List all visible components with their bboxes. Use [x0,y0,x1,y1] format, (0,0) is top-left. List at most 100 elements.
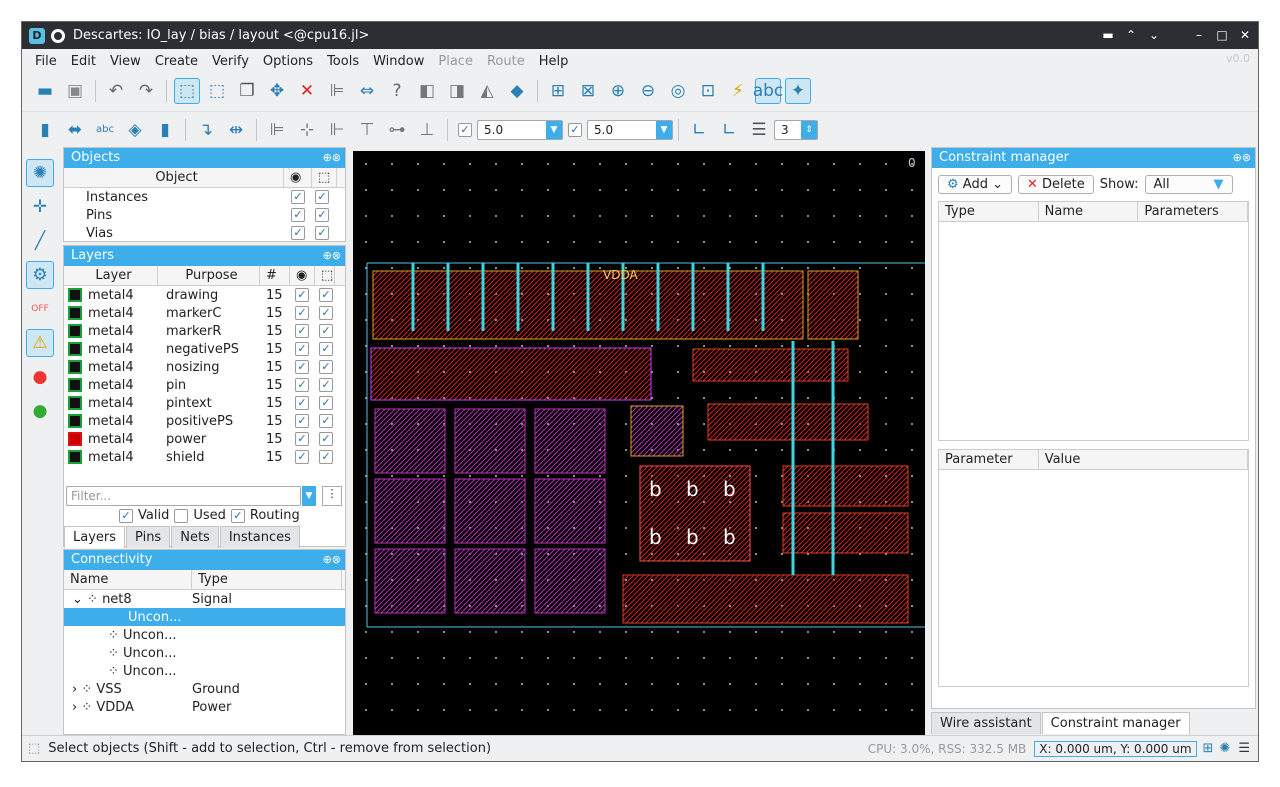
menu-tools[interactable]: Tools [320,54,366,69]
layer-row[interactable]: metal4 markerR 15 ✓ ✓ [64,322,345,340]
tab-layers[interactable]: Layers [64,526,126,548]
error-icon[interactable]: ● [26,363,54,391]
ruler-icon[interactable]: ╱ [26,227,54,255]
via-icon[interactable]: ◈ [122,117,148,143]
valid-checkbox[interactable]: ✓ [119,508,133,523]
minimize-icon[interactable]: – [1190,27,1208,44]
split-icon[interactable]: ⇹ [223,117,249,143]
snap-x-field[interactable]: 5.0 ▼ [477,119,563,140]
menu-create[interactable]: Create [148,54,205,69]
tab-wire-assistant[interactable]: Wire assistant [931,712,1041,734]
stretch-icon[interactable]: ⇔ [354,78,380,104]
copy-icon[interactable]: ❐ [234,78,260,104]
menu-file[interactable]: File [28,54,64,69]
layer-row[interactable]: metal4 pintext 15 ✓ ✓ [64,394,345,412]
show-select[interactable]: All ▼ [1144,175,1233,194]
zoom-out-icon[interactable]: ⊖ [635,78,661,104]
maximize-icon[interactable]: □ [1213,27,1231,44]
purpose-column[interactable]: Purpose [158,266,260,285]
list-item[interactable]: Instances ✓ ✓ [64,188,345,206]
undo-icon[interactable]: ↶ [103,78,129,104]
tab-nets[interactable]: Nets [171,526,219,548]
object-column[interactable]: Object [64,168,284,187]
menu-verify[interactable]: Verify [205,54,256,69]
ok-icon[interactable]: ● [26,397,54,425]
label-icon[interactable]: abc [753,78,783,104]
layer-row[interactable]: metal4 drawing 15 ✓ ✓ [64,286,345,304]
layer-row[interactable]: metal4 positivePS 15 ✓ ✓ [64,412,345,430]
list-item[interactable]: Vias ✓ ✓ [64,224,345,242]
layer-count-field[interactable]: 3 ⇕ [774,119,818,140]
zoom-fit-icon[interactable]: ◎ [665,78,691,104]
menu-route[interactable]: Route [480,54,532,69]
align-icon[interactable]: ⊫ [324,78,350,104]
menu-place[interactable]: Place [431,54,480,69]
add-button[interactable]: ⚙ Add ⌄ [938,175,1012,194]
snap-icon[interactable]: ✺ [26,159,54,187]
align-right-icon[interactable]: ⊩ [324,117,350,143]
redo-icon[interactable]: ↷ [133,78,159,104]
wire-icon[interactable]: ▮ [32,117,58,143]
menu-view[interactable]: View [103,54,148,69]
off-icon[interactable]: OFF [26,295,54,323]
keep-above-icon[interactable]: ⌃ [1122,27,1140,44]
grid-icon[interactable]: ⊞ [1203,741,1214,756]
layer-row[interactable]: metal4 markerC 15 ✓ ✓ [64,304,345,322]
tree-row-uncon[interactable]: ⁘ Uncon... [64,626,345,644]
more-button[interactable]: ⋮ [322,486,342,506]
layers-stack-icon[interactable]: ☰ [746,117,772,143]
select-col-icon[interactable]: ⬚ [312,168,337,187]
shade-icon[interactable]: ▬ [1099,27,1117,44]
delete-button[interactable]: ✕ Delete [1018,175,1094,194]
layer-row[interactable]: metal4 shield 15 ✓ ✓ [64,448,345,466]
tab-instances[interactable]: Instances [219,526,300,548]
deselect-icon[interactable]: ⬚ [204,78,230,104]
layer-row[interactable]: metal4 negativePS 15 ✓ ✓ [64,340,345,358]
mirror-icon[interactable]: ◆ [504,78,530,104]
align-middle-icon[interactable]: ⊶ [384,117,410,143]
list-item[interactable]: Pins ✓ ✓ [64,206,345,224]
close-icon[interactable]: ✕ [1236,27,1254,44]
align-bottom-icon[interactable]: ⊥ [414,117,440,143]
layer-column[interactable]: Layer [64,266,158,285]
layer-row[interactable]: metal4 pin 15 ✓ ✓ [64,376,345,394]
layer-row[interactable]: metal4 nosizing 15 ✓ ✓ [64,358,345,376]
tree-row-uncon[interactable]: Uncon... [64,608,345,626]
route-icon[interactable]: ⚡ [725,78,751,104]
save-icon[interactable]: ▣ [62,78,88,104]
menu-edit[interactable]: Edit [64,54,103,69]
number-column[interactable]: # [260,266,290,285]
keep-below-icon[interactable]: ⌄ [1145,27,1163,44]
move-icon[interactable]: ✥ [264,78,290,104]
snap-y-checkbox[interactable]: ✓ [568,122,582,137]
open-icon[interactable]: ▬ [32,78,58,104]
layout-canvas[interactable]: 0 VDDA bbb bbb [353,151,925,735]
rotate-icon[interactable]: ◭ [474,78,500,104]
menu-icon[interactable]: ☰ [1238,741,1250,756]
flip-h-icon[interactable]: ◧ [414,78,440,104]
tab-pins[interactable]: Pins [126,526,171,548]
text-icon[interactable]: abc [92,117,118,143]
tree-row-net8[interactable]: ⌄ ⁘ net8 Signal [64,590,345,608]
drc-icon[interactable]: ⚙ [26,261,54,289]
align-left-icon[interactable]: ⊫ [264,117,290,143]
tab-constraint-manager[interactable]: Constraint manager [1041,712,1190,734]
path-icon[interactable]: ↴ [193,117,219,143]
tree-row-uncon[interactable]: ⁘ Uncon... [64,662,345,680]
menu-help[interactable]: Help [532,54,576,69]
crosshair-icon[interactable]: ✛ [26,193,54,221]
visible-col-icon[interactable]: ◉ [284,168,312,187]
filter-input[interactable]: Filter... [66,486,301,506]
menu-options[interactable]: Options [256,54,320,69]
align-center-icon[interactable]: ⊹ [294,117,320,143]
corner-icon[interactable]: ∟ [686,117,712,143]
delete-icon[interactable]: ✕ [294,78,320,104]
ungroup-icon[interactable]: ⊠ [575,78,601,104]
tree-row-uncon[interactable]: ⁘ Uncon... [64,644,345,662]
warning-icon[interactable]: ⚠ [26,329,54,357]
snap-y-field[interactable]: 5.0 ▼ [587,119,673,140]
flip-v-icon[interactable]: ◨ [444,78,470,104]
type-column[interactable]: Type [192,570,342,589]
corner-remove-icon[interactable]: ∟ [716,117,742,143]
snap-x-checkbox[interactable]: ✓ [458,122,472,137]
